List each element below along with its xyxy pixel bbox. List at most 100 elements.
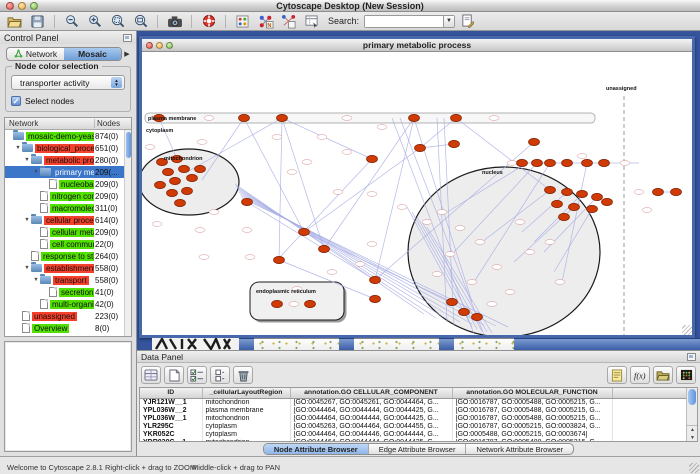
tree-item[interactable]: multi-organism pro42(0) — [5, 298, 131, 310]
network-view-frame[interactable]: primary metabolic process plasma membran… — [139, 36, 695, 338]
tree-expander-icon[interactable]: ▼ — [23, 157, 31, 163]
table-cell[interactable]: YLR295C — [140, 423, 202, 431]
table-cell[interactable]: [GO:0016787, GO:0005488, GO:0005215, G..… — [452, 439, 612, 443]
table-cell[interactable]: [GO:0016787, GO:0005215, GO:0003824, G..… — [452, 423, 612, 431]
network-node[interactable] — [653, 188, 664, 195]
network-node[interactable] — [367, 155, 378, 162]
table-cell[interactable]: plasma membrane — [202, 407, 290, 415]
network-node[interactable] — [195, 165, 206, 172]
search-combobox[interactable]: ▼ — [364, 15, 455, 28]
table-cell[interactable]: [GO:0044464, GO:0044444, GO:0044425, G..… — [290, 415, 452, 423]
tab-mosaic[interactable]: Mosaic — [64, 48, 121, 60]
background-window-fragment[interactable] — [439, 338, 454, 350]
table-cell[interactable]: [GO:0045263, GO:0044464, GO:0044455, G..… — [290, 423, 452, 431]
network-node[interactable] — [447, 298, 458, 305]
layout-icon[interactable] — [232, 13, 253, 30]
tab-node-attribute-browser[interactable]: Node Attribute Browser — [264, 444, 369, 454]
table-cell[interactable]: YDR039C__1 — [140, 439, 202, 443]
combo-stepper-icon[interactable]: ▲▼ — [111, 77, 122, 88]
float-panel-icon[interactable] — [123, 34, 132, 42]
network-node[interactable] — [559, 213, 570, 220]
attribute-matrix-icon[interactable] — [676, 366, 696, 384]
network-node[interactable] — [569, 203, 580, 210]
network-node[interactable] — [472, 313, 483, 320]
table-cell[interactable]: mitochondrion — [202, 398, 290, 407]
background-window-fragment[interactable] — [339, 338, 354, 350]
save-session-icon[interactable] — [27, 13, 48, 30]
background-window-fragment[interactable] — [454, 338, 514, 350]
table-cell[interactable]: cytoplasm — [202, 431, 290, 439]
new-attribute-icon[interactable] — [164, 366, 184, 384]
tree-expander-icon[interactable]: ▼ — [23, 265, 31, 271]
vizmapper-edge-icon[interactable] — [278, 13, 299, 30]
network-node[interactable] — [545, 159, 556, 166]
network-node[interactable] — [459, 308, 470, 315]
tree-expander-icon[interactable]: ▼ — [32, 169, 40, 175]
network-node[interactable] — [592, 193, 603, 200]
table-scrollbar[interactable]: ▲▼ — [686, 388, 697, 441]
table-row[interactable]: YKR052Ccytoplasm[GO:0044464, GO:0044446,… — [140, 431, 691, 439]
table-cell[interactable]: mitochondrion — [202, 439, 290, 443]
tree-item[interactable]: nucleobase-209(0) — [5, 178, 131, 190]
table-cell[interactable]: YKR052C — [140, 431, 202, 439]
network-node[interactable] — [163, 168, 174, 175]
select-attributes-icon[interactable] — [141, 366, 161, 384]
table-scrollbar-arrows[interactable]: ▲▼ — [687, 425, 698, 441]
table-cell[interactable]: [GO:0016787, GO:0005488, GO:0005215, G..… — [452, 407, 612, 415]
table-cell[interactable]: YPL036W__2 — [140, 407, 202, 415]
table-row[interactable]: YLR295Ccytoplasm[GO:0045263, GO:0044464,… — [140, 423, 691, 431]
tab-network-attribute-browser[interactable]: Network Attribute Browser — [466, 444, 573, 454]
attribute-checklist-icon[interactable] — [187, 366, 207, 384]
background-window-fragment[interactable] — [152, 338, 239, 350]
search-input[interactable] — [365, 16, 443, 27]
network-node[interactable] — [577, 190, 588, 197]
tab-edge-attribute-browser[interactable]: Edge Attribute Browser — [369, 444, 467, 454]
network-node[interactable] — [532, 159, 543, 166]
float-data-panel-icon[interactable] — [687, 353, 696, 361]
network-node[interactable] — [319, 245, 330, 252]
network-node[interactable] — [175, 199, 186, 206]
tree-item[interactable]: ▼cellular process614(0) — [5, 214, 131, 226]
network-node[interactable] — [274, 256, 285, 263]
network-node[interactable] — [562, 188, 573, 195]
network-node[interactable] — [517, 159, 528, 166]
network-node[interactable] — [239, 114, 250, 121]
search-dropdown-arrow-icon[interactable]: ▼ — [443, 16, 454, 27]
tree-item[interactable]: secretion41(0) — [5, 286, 131, 298]
network-node[interactable] — [242, 198, 253, 205]
network-node[interactable] — [582, 159, 593, 166]
network-node[interactable] — [277, 114, 288, 121]
network-node[interactable] — [272, 300, 283, 307]
help-icon[interactable] — [198, 13, 219, 30]
unselect-attributes-icon[interactable] — [210, 366, 230, 384]
network-node[interactable] — [187, 174, 198, 181]
network-node[interactable] — [545, 186, 556, 193]
vizmapper-node-icon[interactable]: N — [255, 13, 276, 30]
tree-scrollbar-thumb[interactable] — [126, 132, 131, 158]
network-node[interactable] — [529, 138, 540, 145]
network-canvas[interactable]: plasma membranecytoplasmmitochondrionnuc… — [142, 52, 692, 335]
background-window-fragment[interactable] — [354, 338, 439, 350]
table-cell[interactable]: [GO:0016787, GO:0005488, GO:0005215, G..… — [452, 415, 612, 423]
network-node[interactable] — [299, 228, 310, 235]
table-scrollbar-thumb[interactable] — [688, 389, 696, 405]
table-row[interactable]: YPL036W__1mitochondrion[GO:0044464, GO:0… — [140, 415, 691, 423]
network-node[interactable] — [451, 114, 462, 121]
background-window-fragment[interactable] — [514, 338, 700, 350]
table-cell[interactable]: cytoplasm — [202, 423, 290, 431]
table-row[interactable]: YJR121W__1mitochondrion[GO:0045267, GO:0… — [140, 398, 691, 407]
table-cell[interactable]: [GO:0005488, GO:0005215, GO:0003674] — [452, 431, 612, 439]
tree-item[interactable]: cellular metabo209(0) — [5, 226, 131, 238]
tree-item[interactable]: ▼biological_process651(0) — [5, 142, 131, 154]
tree-item[interactable]: unassigned223(0) — [5, 310, 131, 322]
table-cell[interactable]: YPL036W__1 — [140, 415, 202, 423]
tab-overflow-arrow-icon[interactable]: ▶ — [122, 50, 132, 58]
tree-column-network[interactable]: Network — [5, 119, 95, 128]
notes-icon[interactable] — [607, 366, 627, 384]
tree-item[interactable]: ▼metabolic process280(0) — [5, 154, 131, 166]
network-node[interactable] — [370, 276, 381, 283]
network-node[interactable] — [587, 205, 598, 212]
zoom-fit-icon[interactable] — [130, 13, 151, 30]
window-resize-grip[interactable] — [689, 463, 699, 473]
network-view-titlebar[interactable]: primary metabolic process — [142, 39, 692, 52]
